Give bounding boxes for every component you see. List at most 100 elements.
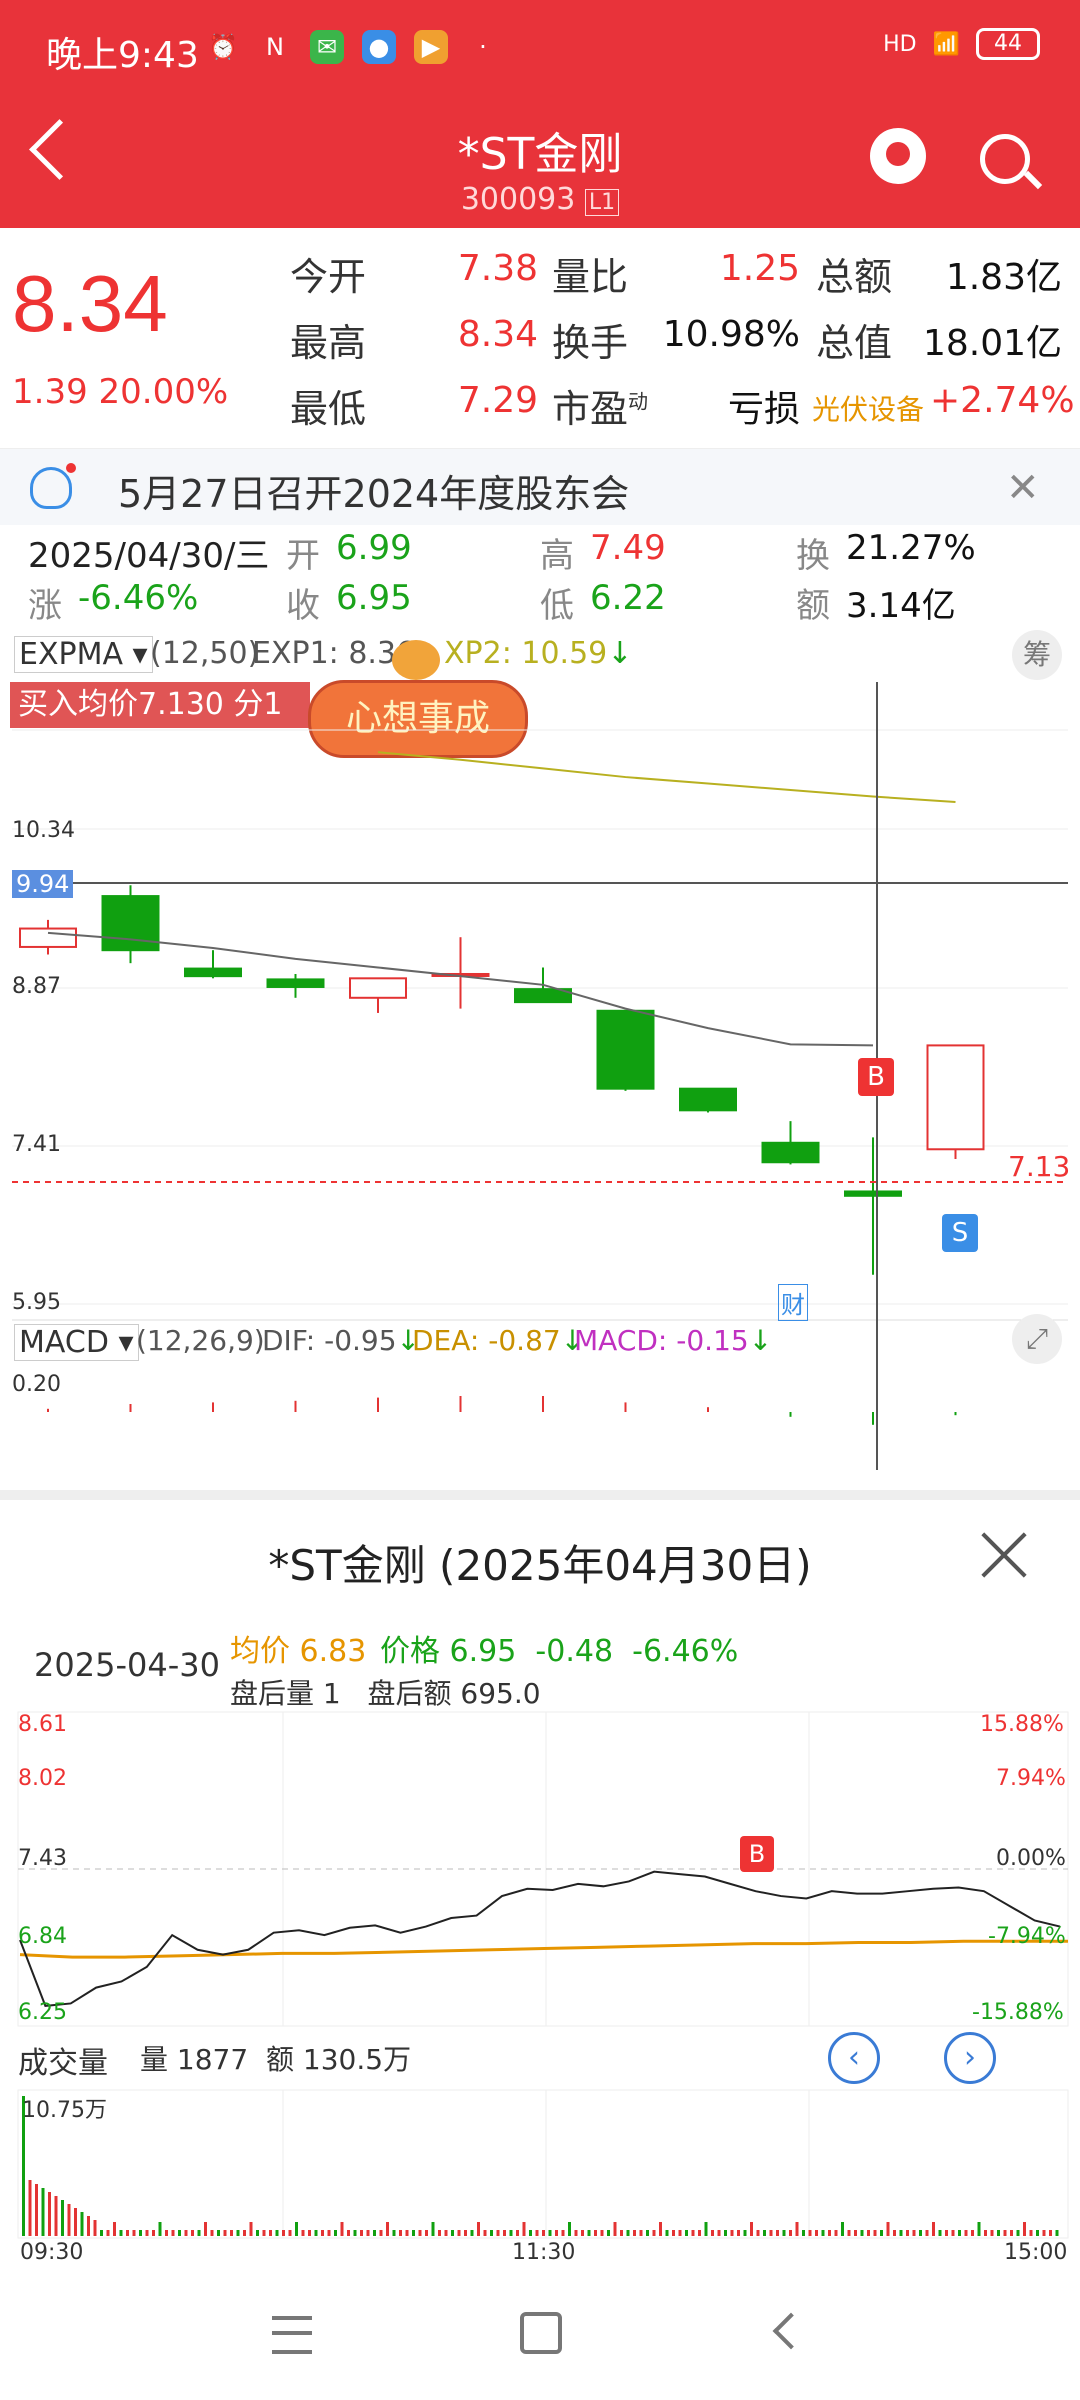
notice-text: 5月27日召开2024年度股东会 [118,472,630,516]
candle [926,1044,985,1160]
label-turnover: 换手 [552,321,629,365]
volume-bar [925,2230,929,2236]
volume-bar [795,2222,799,2236]
volume-bar [314,2230,318,2236]
volume-bar [854,2230,857,2236]
sell-marker[interactable]: S [942,1214,978,1252]
volume-bar [295,2222,298,2236]
status-right: HD 📶 44 [883,28,1040,60]
label-volume-ratio: 量比 [552,255,629,299]
more-dot-icon: · [479,33,487,61]
volume-bar [256,2230,259,2236]
robot-assistant-icon[interactable] [870,128,926,184]
sector-name[interactable]: 光伏设备 [812,388,924,428]
volume-bar [808,2230,812,2236]
battery-icon: 44 [976,28,1040,60]
intraday-axis-2: 8.02 [18,1766,67,1791]
volume-bar [74,2208,77,2236]
wechat-icon: ✉ [310,30,344,64]
volume-bar [847,2230,851,2236]
detail-turnover: 21.27% [846,528,976,568]
alarm-icon: ⏰ [208,33,238,61]
volume-bar [535,2230,539,2236]
volume-bar [834,2230,838,2236]
popup-title: *ST金刚 (2025年04月30日) [268,1541,812,1590]
volume-bar [126,2230,129,2236]
notice-close-icon[interactable]: ✕ [1006,465,1040,511]
candle [844,1137,902,1275]
volume-bar [464,2230,467,2236]
volume-bar [158,2222,162,2236]
candle-body [266,978,325,988]
header-bar: 晚上9:43 ⏰ N ✉ ● ▶ · HD 📶 44 *ST金刚 300093 … [0,0,1080,228]
volume-axis-label: 10.75万 [22,2098,107,2123]
volume-bar [425,2230,428,2236]
sector-change[interactable]: +2.74% [930,380,1075,421]
home-nav-icon[interactable] [520,2312,562,2354]
price-axis-2: 8.87 [12,974,61,999]
buy-marker[interactable]: B [858,1058,894,1096]
volume-bar [971,2230,974,2236]
volume-bar [249,2222,253,2236]
nfc-icon: N [266,33,284,61]
intraday-buy-marker[interactable]: B [740,1836,774,1872]
value-volume-ratio: 1.25 [719,248,800,289]
volume-bar [938,2230,942,2236]
volume-bar [919,2230,922,2236]
volume-bar [353,2230,357,2236]
detail-low: 6.22 [590,578,666,618]
volume-bar [405,2230,409,2236]
volume-bar [269,2230,272,2236]
popup-close-icon[interactable] [978,1530,1028,1580]
candle [184,950,242,979]
popup-after-hours: 盘后量 1 盘后额 695.0 [230,1677,541,1710]
back-nav-icon[interactable] [772,2312,810,2350]
message-icon: ● [362,30,396,64]
volume-bar [607,2230,610,2236]
search-icon[interactable] [980,134,1030,184]
volume-bar [93,2220,97,2236]
macd-indicator-select[interactable]: MACD ▾ [14,1324,139,1361]
volume-bar [412,2230,415,2236]
volume-bar [360,2230,363,2236]
candle [349,977,407,1013]
volume-bar [132,2230,136,2236]
macd-params: (12,26,9) [136,1324,265,1357]
volume-bar [386,2222,389,2236]
candle-body [596,1009,655,1090]
volume-bar [568,2222,571,2236]
next-day-button[interactable]: › [944,2032,996,2084]
volume-bar [236,2230,240,2236]
volume-bar [704,2222,708,2236]
intraday-chart[interactable] [0,1710,1080,2240]
volume-bar [815,2230,818,2236]
menu-nav-icon[interactable] [272,2316,312,2354]
expand-icon[interactable]: ⤢ [1012,1314,1062,1364]
volume-bar [977,2222,981,2236]
volume-bar [841,2222,844,2236]
label-market-value: 总值 [816,321,893,365]
volume-bar [373,2230,376,2236]
volume-bar [711,2230,714,2236]
volume-bar [106,2230,110,2236]
detail-amount: 3.14亿 [846,586,956,626]
macd-dea: DEA: -0.87↓ [412,1324,585,1357]
volume-bar [483,2230,487,2236]
status-time: 晚上9:43 [46,35,199,76]
volume-bar [87,2216,90,2236]
candle [266,973,325,998]
volume-bar [1055,2230,1059,2236]
detail-amount-label: 额 [796,586,830,626]
prev-day-button[interactable]: ‹ [828,2032,880,2084]
volume-bar [119,2230,123,2236]
candle [679,1087,737,1113]
volume-bar [724,2230,727,2236]
volume-bar [958,2230,961,2236]
notice-bar[interactable]: 5月27日召开2024年度股东会 ✕ [0,448,1080,525]
finance-marker[interactable]: 财 [778,1284,808,1321]
stock-code: 300093 L1 [0,182,1080,217]
time-mid: 11:30 [512,2240,576,2265]
volume-bar [275,2230,279,2236]
volume-bar [828,2230,831,2236]
value-pe: 亏损 [727,389,800,430]
